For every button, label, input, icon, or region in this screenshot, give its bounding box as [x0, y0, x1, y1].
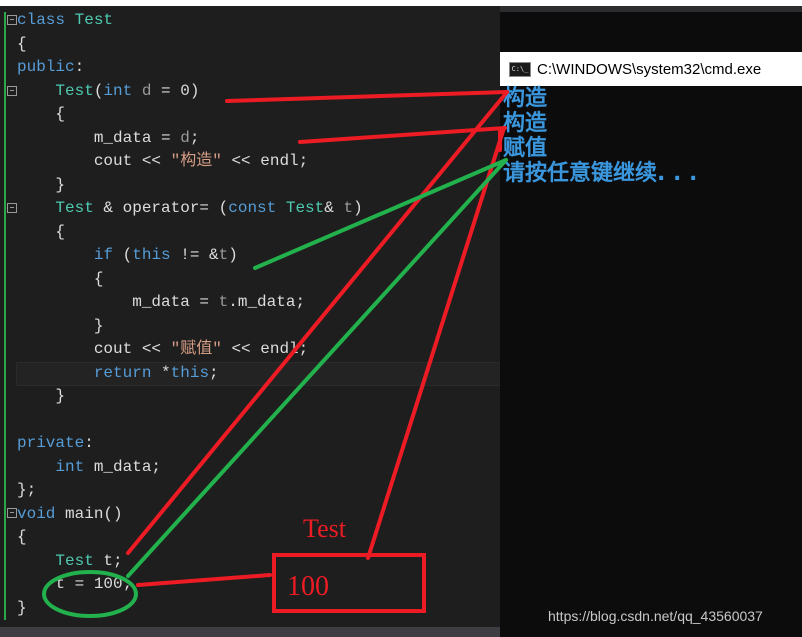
- code-token: << endl;: [221, 152, 309, 170]
- code-line[interactable]: private:: [17, 432, 94, 455]
- code-token: if: [17, 246, 123, 264]
- code-line[interactable]: {: [17, 221, 65, 244]
- cmd-icon: C:\_: [509, 61, 531, 77]
- fold-toggle-icon[interactable]: −: [7, 86, 17, 96]
- change-indicator-bar: [4, 12, 6, 620]
- code-token: cout <<: [17, 152, 171, 170]
- code-line[interactable]: m_data = t.m_data;: [17, 291, 305, 314]
- code-token: main(): [65, 504, 123, 523]
- code-line[interactable]: }: [17, 174, 65, 197]
- code-token: Test: [17, 551, 94, 570]
- code-token: Test: [17, 81, 94, 100]
- console-output-line: 构造: [503, 86, 548, 111]
- code-token: };: [17, 481, 37, 499]
- code-token: {: [17, 269, 104, 288]
- code-token: return: [17, 363, 162, 382]
- code-token: ): [228, 246, 238, 264]
- code-line[interactable]: class Test: [17, 9, 113, 32]
- code-line[interactable]: Test(int d = 0): [17, 80, 199, 103]
- console-output-line: 请按任意键继续. . .: [503, 161, 698, 186]
- code-token: this: [170, 363, 210, 382]
- fold-toggle-icon[interactable]: −: [7, 508, 17, 518]
- code-line[interactable]: }: [17, 315, 104, 338]
- code-token: }: [17, 175, 66, 194]
- code-token: = 0): [161, 81, 200, 100]
- code-line[interactable]: Test & operator= (const Test& t): [17, 197, 363, 220]
- code-token: t: [343, 199, 354, 217]
- fold-toggle-icon[interactable]: −: [7, 15, 17, 25]
- code-token: != &: [170, 246, 219, 264]
- console-title-bar[interactable]: C:\_ C:\WINDOWS\system32\cmd.exe: [500, 52, 802, 86]
- code-token: class: [17, 11, 75, 29]
- code-token: Test: [17, 199, 94, 217]
- code-token: int: [17, 457, 94, 476]
- code-line[interactable]: cout << "构造" << endl;: [17, 150, 308, 173]
- code-token: d: [180, 128, 190, 147]
- code-token: t: [218, 246, 229, 264]
- code-line[interactable]: void main(): [17, 503, 123, 526]
- code-line[interactable]: };: [17, 479, 36, 502]
- code-token: (: [122, 246, 133, 264]
- annotation-label-test: Test: [303, 514, 346, 543]
- watermark: https://blog.csdn.net/qq_43560037: [548, 608, 763, 624]
- code-token: this: [132, 246, 171, 264]
- code-token: private: [17, 434, 85, 452]
- code-token: "赋值": [170, 340, 222, 358]
- code-token: m_data =: [17, 128, 181, 147]
- code-token: {: [17, 528, 27, 546]
- code-token: {: [17, 34, 27, 53]
- code-token: (: [93, 81, 104, 100]
- code-token: *: [161, 363, 171, 382]
- code-line[interactable]: {: [17, 33, 27, 56]
- code-line[interactable]: public:: [17, 56, 84, 79]
- code-line[interactable]: {: [17, 103, 65, 126]
- code-token: ): [353, 199, 363, 217]
- code-token: "构造": [170, 152, 222, 170]
- code-token: }: [17, 598, 27, 617]
- code-line[interactable]: m_data = d;: [17, 127, 200, 150]
- code-token: t;: [93, 551, 123, 570]
- code-token: :: [74, 58, 85, 76]
- code-token: const: [228, 199, 286, 217]
- code-line[interactable]: }: [17, 385, 65, 408]
- code-line[interactable]: if (this != &t): [17, 244, 238, 267]
- code-token: {: [17, 105, 66, 123]
- annotation-label-100: 100: [287, 571, 329, 602]
- code-token: .m_data;: [228, 293, 306, 311]
- code-token: d: [132, 81, 162, 100]
- console-output-line: 构造: [503, 111, 548, 136]
- code-token: m_data =: [17, 293, 219, 311]
- code-token: cout <<: [17, 340, 171, 358]
- code-token: t = 100;: [17, 575, 133, 593]
- code-token: m_data;: [93, 457, 162, 476]
- code-line[interactable]: Test t;: [17, 550, 123, 573]
- code-token: Test: [285, 199, 325, 217]
- fold-toggle-icon[interactable]: −: [7, 203, 17, 213]
- code-token: int: [103, 81, 133, 100]
- code-token: void: [17, 504, 66, 523]
- code-line[interactable]: return *this;: [17, 362, 219, 385]
- code-line[interactable]: {: [17, 526, 27, 549]
- code-line[interactable]: int m_data;: [17, 456, 161, 479]
- code-token: ;: [189, 128, 200, 147]
- code-token: &: [324, 199, 344, 217]
- code-token: }: [17, 316, 104, 335]
- code-token: t: [218, 293, 229, 311]
- code-token: Test: [74, 11, 114, 29]
- editor-scrollbar[interactable]: [0, 627, 500, 637]
- code-line[interactable]: t = 100;: [17, 573, 132, 596]
- code-token: }: [17, 387, 66, 405]
- code-token: :: [84, 434, 94, 452]
- code-token: {: [17, 222, 66, 241]
- code-line[interactable]: cout << "赋值" << endl;: [17, 338, 308, 361]
- code-line[interactable]: }: [17, 597, 27, 620]
- code-line[interactable]: {: [17, 268, 104, 291]
- code-token: public: [17, 58, 75, 76]
- code-token: << endl;: [221, 340, 309, 358]
- code-token: ;: [209, 363, 219, 382]
- console-output-line: 赋值: [503, 136, 548, 161]
- console-title: C:\WINDOWS\system32\cmd.exe: [537, 60, 762, 78]
- code-token: & operator= (: [93, 199, 229, 217]
